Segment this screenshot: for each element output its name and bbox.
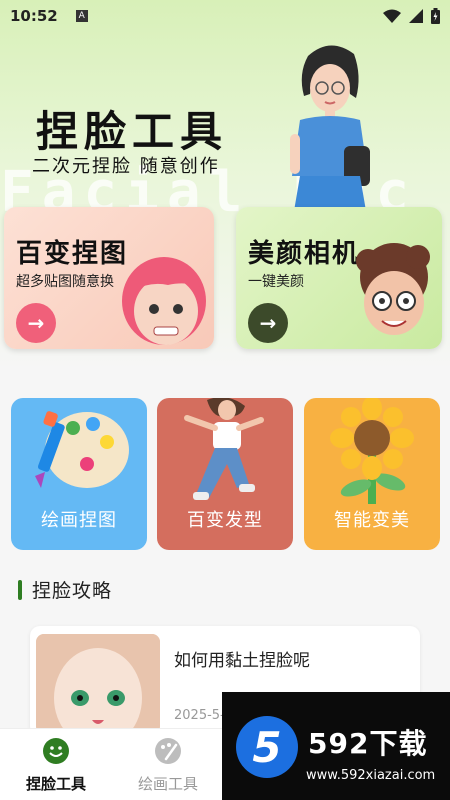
section-title: 捏脸攻略 [32,580,113,602]
article-date: 2025-5- [174,708,225,723]
arrow-right-button[interactable]: → [248,303,288,343]
card-subtitle: 一键美颜 [248,274,304,290]
jumping-girl-illustration [184,398,264,500]
sunflower-icon [330,398,414,504]
tool-label: 智能变美 [334,510,410,531]
site-watermark: 5 592下载 www.592xiazai.com [222,692,450,800]
paint-palette-icon [35,411,129,488]
wifi-icon [383,9,401,23]
card-title: 美颜相机 [248,239,361,269]
tool-hairstyle[interactable]: 百变发型 [157,398,293,550]
watermark-logo: 5 [236,716,298,778]
article-title: 如何用黏土捏脸呢 [174,651,310,671]
tab-label: 捏脸工具 [25,775,86,793]
watermark-brand: 592下载 [308,727,428,760]
article-thumbnail [36,634,160,734]
tool-grid: 绘画捏图 百变发型 智能变美 [0,398,450,550]
smiley-icon [43,738,69,764]
card-title: 百变捏图 [16,239,129,269]
tab-face-tools[interactable]: 捏脸工具 [0,737,112,794]
notification-a-icon: A [75,10,88,22]
arrow-right-button[interactable]: → [16,303,56,343]
signal-icon [409,9,423,23]
section-header: 捏脸攻略 [18,576,112,603]
hero-girl-illustration [290,45,370,211]
hero-subtitle: 二次元捏脸 随意创作 [32,156,220,177]
tool-drawing[interactable]: 绘画捏图 [11,398,147,550]
card-subtitle: 超多贴图随意换 [16,274,114,290]
tool-label: 绘画捏图 [41,510,117,531]
section-accent-bar [18,579,22,600]
palette-icon [155,738,181,764]
tool-label: 百变发型 [187,510,263,531]
status-time: 10:52 [10,7,58,25]
tab-label: 绘画工具 [137,775,198,793]
battery-icon [431,8,440,24]
pink-hair-face-illustration [122,257,206,345]
curly-hair-face-illustration [356,243,430,335]
card-beauty-camera[interactable]: 美颜相机 一键美颜 → [236,207,442,349]
hero-title: 捏脸工具 [36,107,229,156]
tool-smart-beauty[interactable]: 智能变美 [304,398,440,550]
status-bar: 10:52 A [0,0,450,32]
watermark-url: www.592xiazai.com [306,768,436,783]
tab-drawing-tools[interactable]: 绘画工具 [112,737,224,794]
card-face-stickers[interactable]: 百变捏图 超多贴图随意换 → [4,207,214,349]
